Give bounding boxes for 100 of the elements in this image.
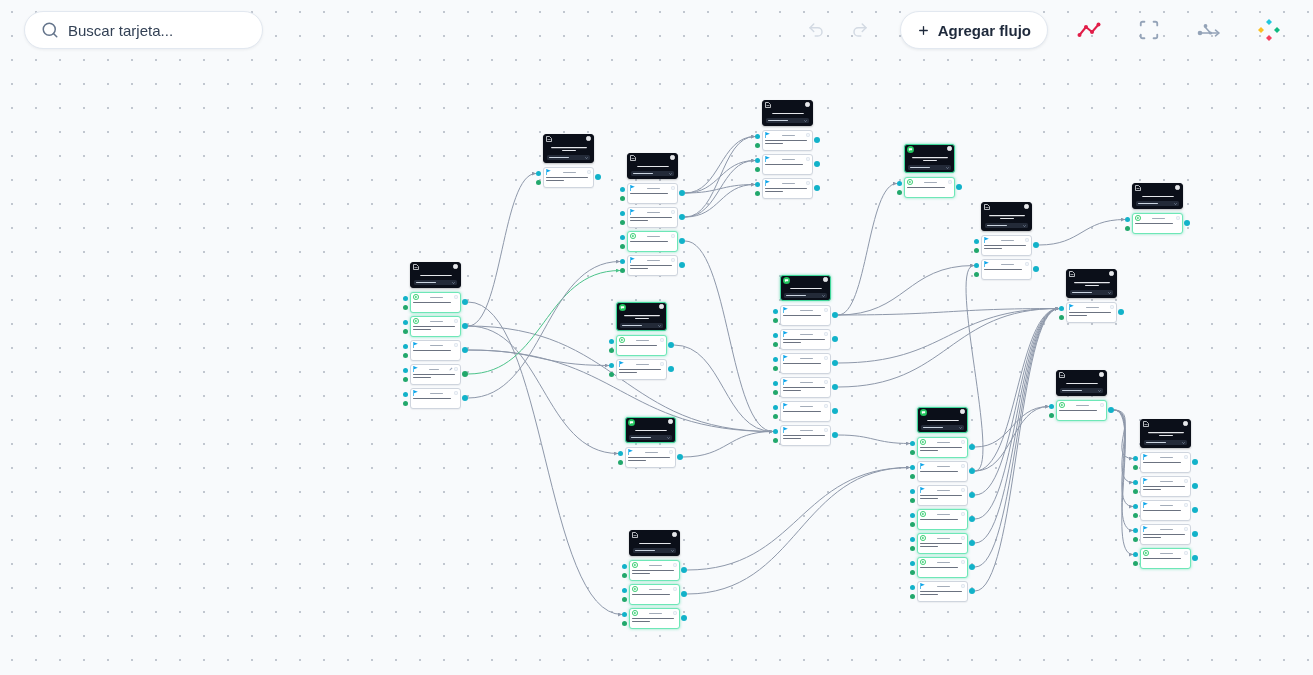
action-card[interactable] (762, 130, 813, 151)
action-card[interactable] (1056, 400, 1107, 421)
connector-handle-icon[interactable] (832, 312, 838, 318)
connector-handle-icon[interactable] (969, 564, 975, 570)
select-field[interactable] (1070, 290, 1113, 295)
action-card[interactable] (780, 353, 831, 374)
node-header[interactable] (762, 100, 813, 126)
connector-handle-icon[interactable] (969, 444, 975, 450)
connector-handle-icon[interactable] (969, 588, 975, 594)
action-card[interactable] (629, 560, 680, 581)
node-header[interactable] (410, 262, 461, 288)
action-card[interactable] (627, 183, 678, 204)
action-card[interactable] (1066, 302, 1117, 323)
connector-handle-icon[interactable] (814, 137, 820, 143)
node-header[interactable] (904, 144, 955, 173)
connector-handle-icon[interactable] (1033, 242, 1039, 248)
select-field[interactable] (631, 171, 674, 176)
action-card[interactable] (981, 259, 1032, 280)
connector-handle-icon[interactable] (969, 516, 975, 522)
connector-handle-icon[interactable] (668, 366, 674, 372)
connector-handle-icon[interactable] (681, 567, 687, 573)
select-field[interactable] (620, 323, 663, 328)
action-card[interactable] (1140, 452, 1191, 473)
node-header[interactable] (1056, 370, 1107, 396)
connector-handle-icon[interactable] (1184, 220, 1190, 226)
connector-handle-icon[interactable] (1192, 459, 1198, 465)
connector-handle-icon[interactable] (679, 262, 685, 268)
action-card[interactable] (917, 437, 968, 458)
connector-handle-icon[interactable] (462, 323, 468, 329)
action-card[interactable] (780, 425, 831, 446)
action-card[interactable] (917, 509, 968, 530)
node-header[interactable] (917, 407, 968, 433)
action-card[interactable] (1140, 524, 1191, 545)
connector-handle-icon[interactable] (969, 468, 975, 474)
action-card[interactable] (1140, 548, 1191, 569)
action-card[interactable] (981, 235, 1032, 256)
select-field[interactable] (1060, 388, 1103, 393)
connector-handle-icon[interactable] (462, 299, 468, 305)
node-header[interactable] (1066, 269, 1117, 298)
node-header[interactable] (981, 202, 1032, 231)
action-card[interactable] (410, 340, 461, 361)
connector-handle-icon[interactable] (814, 161, 820, 167)
connector-handle-icon[interactable] (969, 540, 975, 546)
node-header[interactable] (780, 275, 831, 301)
action-card[interactable] (780, 377, 831, 398)
node-header[interactable] (625, 417, 676, 443)
add-flow-button[interactable]: Agregar flujo (899, 11, 1048, 49)
connector-handle-icon[interactable] (677, 454, 683, 460)
action-card[interactable] (616, 335, 667, 356)
connector-handle-icon[interactable] (969, 492, 975, 498)
action-card[interactable] (780, 305, 831, 326)
select-field[interactable] (633, 548, 676, 553)
select-field[interactable] (414, 280, 457, 285)
action-card[interactable] (410, 316, 461, 337)
connector-handle-icon[interactable] (832, 432, 838, 438)
action-card[interactable] (1132, 213, 1183, 234)
action-card[interactable] (917, 557, 968, 578)
action-card[interactable] (1140, 500, 1191, 521)
search-field[interactable]: Buscar tarjeta... (24, 11, 263, 49)
connector-handle-icon[interactable] (1192, 531, 1198, 537)
select-field[interactable] (766, 118, 809, 123)
action-card[interactable] (1140, 476, 1191, 497)
connector-handle-icon[interactable] (1108, 407, 1114, 413)
connector-handle-icon[interactable] (681, 615, 687, 621)
action-card[interactable] (917, 581, 968, 602)
select-field[interactable] (784, 293, 827, 298)
connector-handle-icon[interactable] (832, 384, 838, 390)
connector-handle-icon[interactable] (462, 347, 468, 353)
node-header[interactable] (1140, 419, 1191, 448)
connector-handle-icon[interactable] (814, 185, 820, 191)
connector-handle-icon[interactable] (956, 184, 962, 190)
node-header[interactable] (543, 134, 594, 163)
connector-handle-icon[interactable] (462, 371, 468, 377)
action-card[interactable] (627, 231, 678, 252)
select-field[interactable] (629, 435, 672, 440)
action-card[interactable] (780, 401, 831, 422)
connector-handle-icon[interactable] (1118, 309, 1124, 315)
action-card[interactable] (780, 329, 831, 350)
action-card[interactable] (410, 364, 461, 385)
connector-handle-icon[interactable] (595, 174, 601, 180)
connector-handle-icon[interactable] (681, 591, 687, 597)
action-card[interactable] (629, 584, 680, 605)
connector-handle-icon[interactable] (832, 336, 838, 342)
connector-handle-icon[interactable] (832, 360, 838, 366)
action-card[interactable] (904, 177, 955, 198)
node-header[interactable] (629, 530, 680, 556)
connector-handle-icon[interactable] (679, 190, 685, 196)
action-card[interactable] (410, 292, 461, 313)
action-card[interactable] (917, 461, 968, 482)
connector-handle-icon[interactable] (462, 395, 468, 401)
connector-handle-icon[interactable] (832, 408, 838, 414)
action-card[interactable] (625, 447, 676, 468)
connector-handle-icon[interactable] (1192, 507, 1198, 513)
select-field[interactable] (921, 425, 964, 430)
connector-handle-icon[interactable] (1192, 555, 1198, 561)
action-card[interactable] (762, 154, 813, 175)
select-field[interactable] (985, 223, 1028, 228)
node-header[interactable] (1132, 183, 1183, 209)
action-card[interactable] (917, 485, 968, 506)
select-field[interactable] (547, 155, 590, 160)
